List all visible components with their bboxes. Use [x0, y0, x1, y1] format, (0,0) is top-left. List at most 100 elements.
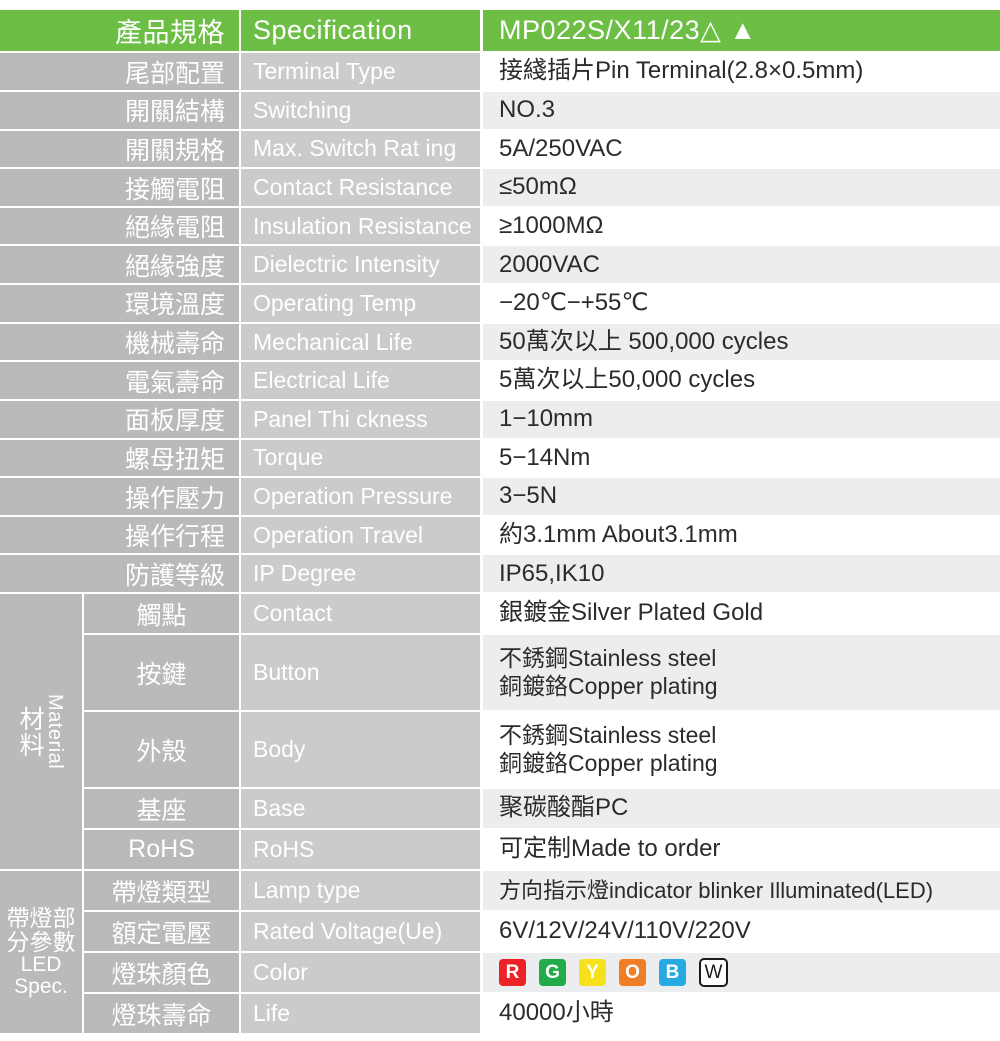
row-label-cn: 螺母扭矩 [0, 439, 239, 477]
row-label-en: Base [241, 789, 480, 829]
table-row: 基座 Base 聚碳酸酯PC [84, 789, 1000, 829]
row-label-en: RoHS [241, 830, 480, 870]
color-chip-o: O [619, 959, 646, 987]
table-row: 燈珠壽命 Life 40000小時 [84, 994, 1000, 1034]
row-label-en: Contact [241, 594, 480, 634]
table-row: 額定電壓 Rated Voltage(Ue) 6V/12V/24V/110V/2… [84, 912, 1000, 952]
table-header-row: 產品規格 Specification MP022S/X11/23△ ▲ [0, 10, 1000, 52]
row-label-en: Electrical Life [241, 362, 480, 399]
table-row: 按鍵 Button 不銹鋼Stainless steel 銅鍍鉻Copper p… [84, 635, 1000, 711]
row-label-en: Button [241, 635, 480, 711]
row-label-cn: RoHS [84, 830, 239, 870]
row-value: NO.3 [483, 91, 1000, 129]
color-chip-b: B [659, 959, 686, 987]
row-label-en: Panel Thi ckness [241, 400, 480, 438]
table-row: 觸點 Contact 銀鍍金Silver Plated Gold [84, 594, 1000, 634]
led-group: 帶燈部分參數 LED Spec. 帶燈類型 Lamp type 方向指示燈ind… [0, 871, 1000, 1034]
material-group-label: 材料 Material [0, 594, 82, 870]
row-label-cn: 機械壽命 [0, 323, 239, 361]
row-value: 不銹鋼Stainless steel 銅鍍鉻Copper plating [483, 712, 1000, 788]
material-label-cn: 材料 [16, 705, 45, 758]
row-label-cn: 接觸電阻 [0, 169, 239, 206]
row-value: 2000VAC [483, 246, 1000, 284]
table-row: 外殼 Body 不銹鋼Stainless steel 銅鍍鉻Copper pla… [84, 712, 1000, 788]
led-group-label: 帶燈部分參數 LED Spec. [0, 871, 82, 1034]
led-rows: 帶燈類型 Lamp type 方向指示燈indicator blinker Il… [84, 871, 1000, 1034]
row-label-en: Life [241, 994, 480, 1034]
table-row: 絕緣電阻 Insulation Resistance ≥1000MΩ [0, 207, 1000, 245]
header-cell-chinese: 產品規格 [0, 10, 239, 52]
table-row: 螺母扭矩 Torque 5−14Nm [0, 439, 1000, 477]
row-value: 不銹鋼Stainless steel 銅鍍鉻Copper plating [483, 635, 1000, 711]
row-value: 聚碳酸酯PC [483, 789, 1000, 829]
row-label-en: Switching [241, 91, 480, 129]
table-row: 機械壽命 Mechanical Life 50萬次以上 500,000 cycl… [0, 323, 1000, 361]
row-label-en: Operating Temp [241, 285, 480, 322]
row-label-cn: 觸點 [84, 594, 239, 634]
row-label-cn: 開關結構 [0, 91, 239, 129]
table-row: RoHS RoHS 可定制Made to order [84, 830, 1000, 870]
row-label-en: Contact Resistance [241, 169, 480, 206]
material-group: 材料 Material 觸點 Contact 銀鍍金Silver Plated … [0, 594, 1000, 870]
table-row: 絕緣強度 Dielectric Intensity 2000VAC [0, 246, 1000, 284]
row-label-cn: 操作行程 [0, 516, 239, 554]
row-label-en: Operation Pressure [241, 478, 480, 515]
row-label-cn: 絕緣電阻 [0, 207, 239, 245]
row-value: 40000小時 [483, 994, 1000, 1034]
specification-table: 產品規格 Specification MP022S/X11/23△ ▲ 尾部配置… [0, 0, 1000, 1041]
table-row: 防護等級 IP Degree IP65,IK10 [0, 555, 1000, 593]
material-label-en: Material [44, 693, 67, 770]
row-value: 方向指示燈indicator blinker Illuminated(LED) [483, 871, 1000, 911]
table-row: 燈珠顏色 Color RGYOBW [84, 953, 1000, 993]
row-label-cn: 尾部配置 [0, 53, 239, 90]
table-row: 面板厚度 Panel Thi ckness 1−10mm [0, 400, 1000, 438]
row-label-cn: 額定電壓 [84, 912, 239, 952]
row-value: 銀鍍金Silver Plated Gold [483, 594, 1000, 634]
row-value: IP65,IK10 [483, 555, 1000, 593]
material-rows: 觸點 Contact 銀鍍金Silver Plated Gold 按鍵 Butt… [84, 594, 1000, 870]
row-label-cn: 電氣壽命 [0, 362, 239, 399]
row-value: −20℃−+55℃ [483, 285, 1000, 322]
row-label-cn: 環境溫度 [0, 285, 239, 322]
table-row: 接觸電阻 Contact Resistance ≤50mΩ [0, 169, 1000, 206]
row-label-cn: 帶燈類型 [84, 871, 239, 911]
row-value: 5萬次以上50,000 cycles [483, 362, 1000, 399]
row-value: 5−14Nm [483, 439, 1000, 477]
row-label-cn: 防護等級 [0, 555, 239, 593]
row-value: 3−5N [483, 478, 1000, 515]
row-value: ≥1000MΩ [483, 207, 1000, 245]
table-row: 開關規格 Max. Switch Rat ing 5A/250VAC [0, 130, 1000, 168]
row-label-cn: 燈珠壽命 [84, 994, 239, 1034]
table-row: 操作壓力 Operation Pressure 3−5N [0, 478, 1000, 515]
table-row: 環境溫度 Operating Temp −20℃−+55℃ [0, 285, 1000, 322]
row-label-en: Terminal Type [241, 53, 480, 90]
row-value-color-chips: RGYOBW [483, 953, 1000, 993]
row-label-en: Operation Travel [241, 516, 480, 554]
row-value: 5A/250VAC [483, 130, 1000, 168]
row-label-cn: 燈珠顏色 [84, 953, 239, 993]
row-label-en: Max. Switch Rat ing [241, 130, 480, 168]
row-label-cn: 按鍵 [84, 635, 239, 711]
row-label-cn: 開關規格 [0, 130, 239, 168]
row-value: 可定制Made to order [483, 830, 1000, 870]
row-label-cn: 外殼 [84, 712, 239, 788]
color-chip-y: Y [579, 959, 606, 987]
led-label-cn: 帶燈部分參數 [6, 905, 76, 955]
table-row: 操作行程 Operation Travel 約3.1mm About3.1mm [0, 516, 1000, 554]
color-chip-list: RGYOBW [499, 958, 728, 988]
row-label-en: Body [241, 712, 480, 788]
row-label-en: Torque [241, 439, 480, 477]
row-label-en: Color [241, 953, 480, 993]
row-value: 接綫插片Pin Terminal(2.8×0.5mm) [483, 53, 1000, 90]
row-label-en: IP Degree [241, 555, 480, 593]
row-label-en: Lamp type [241, 871, 480, 911]
row-label-cn: 絕緣強度 [0, 246, 239, 284]
led-label-en-line2: Spec. [14, 974, 68, 998]
row-value: 6V/12V/24V/110V/220V [483, 912, 1000, 952]
table-row: 開關結構 Switching NO.3 [0, 91, 1000, 129]
row-value: 約3.1mm About3.1mm [483, 516, 1000, 554]
row-value: ≤50mΩ [483, 169, 1000, 206]
header-cell-english: Specification [241, 10, 480, 52]
color-chip-w: W [699, 958, 728, 988]
row-label-cn: 操作壓力 [0, 478, 239, 515]
